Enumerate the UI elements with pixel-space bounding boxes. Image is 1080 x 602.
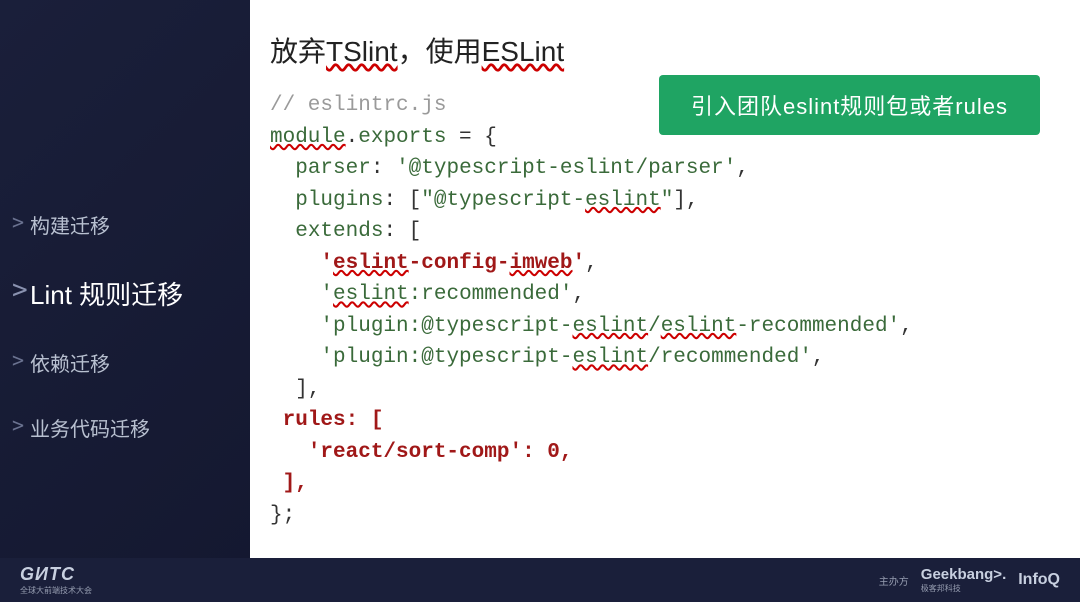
code-exports: exports [358, 126, 446, 149]
brand-geekbang: Geekbang>. [921, 566, 1006, 583]
sidebar-item-build: 构建迁移 [0, 200, 250, 249]
heading: 放弃TSlint，使用ESLint [270, 30, 1050, 70]
content: 放弃TSlint，使用ESLint 引入团队eslint规则包或者rules /… [250, 0, 1080, 602]
callout-banner: 引入团队eslint规则包或者rules [659, 75, 1040, 135]
sidebar: 构建迁移 Lint 规则迁移 依赖迁移 业务代码迁移 [0, 0, 250, 602]
sidebar-item-deps: 依赖迁移 [0, 338, 250, 387]
heading-mid: ，使用 [398, 36, 482, 67]
heading-ul2: ESLint [482, 36, 565, 67]
footer-logo: GИTC 全球大前端技术大会 [20, 564, 92, 596]
footer-sponsors: 主办方 Geekbang>. 极客邦科技 InfoQ [879, 566, 1060, 594]
slide: 构建迁移 Lint 规则迁移 依赖迁移 业务代码迁移 放弃TSlint，使用ES… [0, 0, 1080, 602]
heading-ul1: TSlint [326, 36, 398, 67]
code-comment: // eslintrc.js [270, 94, 446, 117]
footer: GИTC 全球大前端技术大会 主办方 Geekbang>. 极客邦科技 Info… [0, 558, 1080, 602]
code-module: module [270, 126, 346, 149]
brand-infoq: InfoQ [1018, 571, 1060, 589]
sidebar-item-lint: Lint 规则迁移 [0, 265, 250, 322]
code-block: // eslintrc.js module.exports = { parser… [270, 90, 1050, 531]
sidebar-item-biz: 业务代码迁移 [0, 403, 250, 452]
heading-prefix: 放弃 [270, 36, 326, 67]
